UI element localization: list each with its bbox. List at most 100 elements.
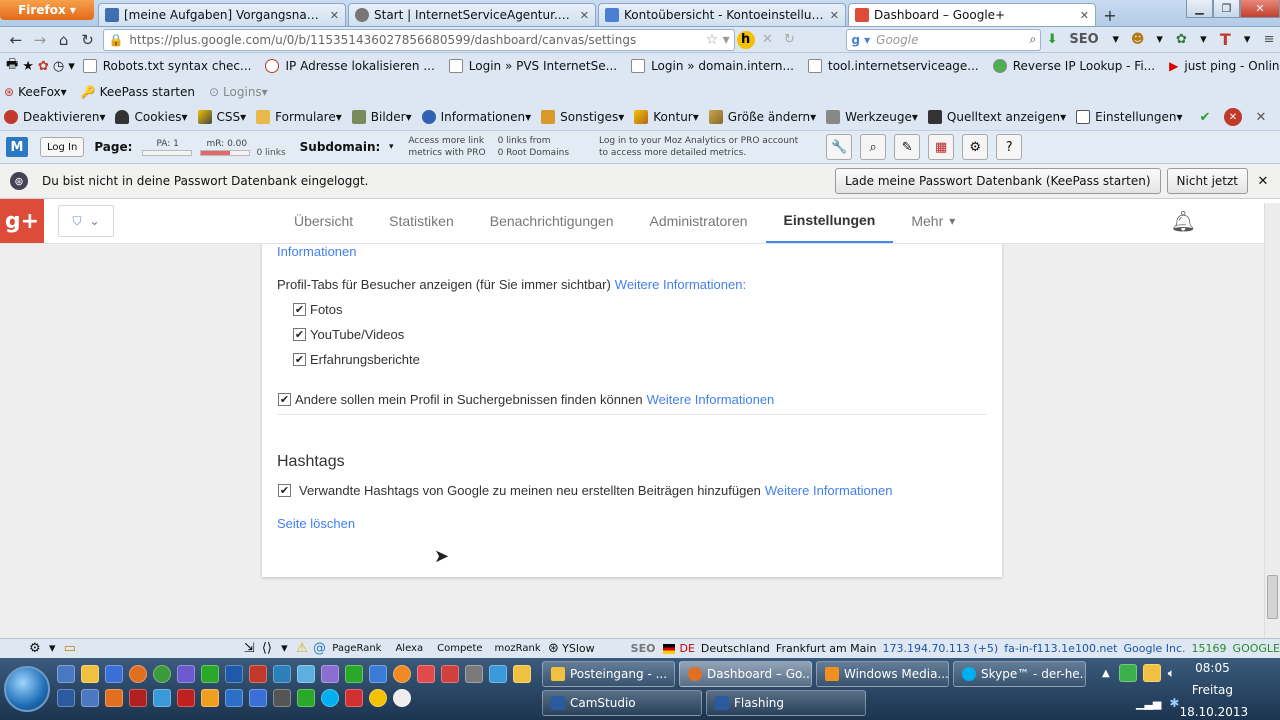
tray-expand-icon[interactable]: ▲ <box>1102 668 1110 679</box>
checkbox[interactable]: ✔ <box>293 328 306 341</box>
t-icon[interactable]: T <box>1216 30 1234 49</box>
taskbar-flashing[interactable]: Flashing <box>706 690 866 716</box>
app-icon[interactable] <box>273 689 291 707</box>
close-icon[interactable]: ✕ <box>1254 172 1272 190</box>
checkbox[interactable]: ✔ <box>293 353 306 366</box>
option-youtube[interactable]: ✔ YouTube/Videos <box>293 327 404 342</box>
app-icon[interactable] <box>297 665 315 683</box>
tab-benachrichtigungen[interactable]: Benachrichtigungen <box>472 199 632 243</box>
dropdown-icon[interactable]: ▾ <box>68 57 75 75</box>
clock[interactable]: 08:05 Freitag 18.10.2013 <box>1179 660 1248 720</box>
tab-mehr[interactable]: Mehr ▾ <box>893 199 973 243</box>
keefox-menu[interactable]: ⊛ KeeFox ▾ <box>4 85 67 99</box>
page-selector[interactable]: ⛉ ⌄ <box>58 205 114 237</box>
bookmark-item[interactable]: Login » domain.intern... <box>631 59 794 73</box>
bookmark-item[interactable]: Robots.txt syntax chec... <box>82 59 251 73</box>
app-icon[interactable] <box>345 689 363 707</box>
taskbar-windows-media[interactable]: Windows Media... <box>816 661 949 687</box>
taskbar-dashboard[interactable]: Dashboard – Go... <box>679 661 812 687</box>
chrome-icon[interactable] <box>153 665 171 683</box>
bookmark-item[interactable]: tool.internetserviceage... <box>807 59 979 73</box>
tray-icon[interactable] <box>1142 664 1161 682</box>
app-icon[interactable] <box>273 665 291 683</box>
webdev-sonstiges[interactable]: Sonstiges ▾ <box>541 110 624 124</box>
bookmark-item[interactable]: Reverse IP Lookup - Fi... <box>992 59 1155 73</box>
app-icon[interactable] <box>369 665 387 683</box>
dropdown-icon[interactable]: ▾ <box>278 640 292 658</box>
reload-small-icon[interactable]: ↻ <box>780 31 798 49</box>
save-icon[interactable] <box>105 665 123 683</box>
bookmark-star-icon[interactable]: ☆ ▾ <box>706 32 730 48</box>
flag-icon[interactable]: ▦ <box>928 134 955 160</box>
option-hashtags[interactable]: ✔ Verwandte Hashtags von Google zu meinen… <box>278 483 892 498</box>
close-icon[interactable]: ✕ <box>830 9 839 22</box>
webdev-formulare[interactable]: Formulare ▾ <box>256 110 342 124</box>
delete-page-link[interactable]: Seite löschen <box>277 516 355 531</box>
explorer-icon[interactable] <box>81 665 99 683</box>
dropdown-icon[interactable]: ▾ <box>1238 31 1256 49</box>
help-icon[interactable]: ? <box>996 134 1023 160</box>
webdev-css[interactable]: CSS ▾ <box>197 110 246 124</box>
app-icon[interactable] <box>417 665 435 683</box>
webdev-informationen[interactable]: Informationen ▾ <box>421 110 531 124</box>
close-icon[interactable]: ✕ <box>580 9 589 22</box>
history-icon[interactable]: ◷ <box>53 57 64 75</box>
dropdown-icon[interactable]: ▾ <box>1151 31 1169 49</box>
moz-login-button[interactable]: Log In <box>40 137 85 157</box>
load-keepass-button[interactable]: Lade meine Passwort Datenbank (KeePass s… <box>834 168 1161 194</box>
app-icon[interactable] <box>225 689 243 707</box>
scrollbar[interactable] <box>1264 203 1280 638</box>
checkbox[interactable]: ✔ <box>293 303 306 316</box>
at-icon[interactable]: @ <box>313 640 327 658</box>
app-icon[interactable] <box>249 665 267 683</box>
tab-aufgaben[interactable]: [meine Aufgaben] Vorgangsnavigato...✕ <box>98 2 346 26</box>
close-window-button[interactable]: ✕ <box>1240 0 1280 18</box>
webdev-groesse[interactable]: Größe ändern ▾ <box>708 110 816 124</box>
gear-icon[interactable]: ⚙ <box>962 134 989 160</box>
app-icon[interactable] <box>201 665 219 683</box>
search-input[interactable]: g ▾ Google ⌕ <box>846 28 1042 51</box>
tab-einstellungen[interactable]: Einstellungen <box>765 199 894 243</box>
bookmark-item[interactable]: Login » PVS InternetSe... <box>448 59 617 73</box>
tray-icon[interactable] <box>1118 664 1137 682</box>
webdev-kontur[interactable]: Kontur ▾ <box>634 110 699 124</box>
logins-menu[interactable]: ⊙ Logins ▾ <box>209 85 268 99</box>
pencil-icon[interactable]: ✎ <box>894 134 921 160</box>
yslow-icon[interactable]: ⊛ <box>547 640 561 658</box>
download-icon[interactable]: ⬇ <box>1043 31 1061 49</box>
check-icon[interactable]: ✔ <box>1196 108 1214 126</box>
taskbar-skype[interactable]: Skype™ - der-he... <box>953 661 1086 687</box>
excel-icon[interactable] <box>345 665 363 683</box>
dropdown-icon[interactable]: ▾ <box>1194 31 1212 49</box>
url-bar[interactable]: 🔒 https://plus.google.com/u/0/b/11535143… <box>103 28 735 51</box>
search-icon[interactable]: ⌕ <box>860 134 887 160</box>
forward-icon[interactable]: → <box>28 29 52 51</box>
option-search-visible[interactable]: ✔ Andere sollen mein Profil in Suchergebn… <box>278 392 774 407</box>
webdev-bilder[interactable]: Bilder ▾ <box>351 110 412 124</box>
warning-icon[interactable]: ⚠ <box>295 640 309 658</box>
tab-dashboard[interactable]: Dashboard – Google+ ✕ <box>848 2 1096 26</box>
h-icon[interactable]: h <box>736 30 755 49</box>
option-erfahrungsberichte[interactable]: ✔ Erfahrungsberichte <box>293 352 420 367</box>
app-icon[interactable] <box>249 689 267 707</box>
stop-icon[interactable]: ✕ <box>759 31 777 49</box>
dropdown-icon[interactable]: ▾ <box>382 138 400 156</box>
network-icon[interactable]: ▁▃▅ <box>1136 697 1161 710</box>
gplus-logo[interactable]: g+ <box>0 199 44 243</box>
taskbar-posteingang[interactable]: Posteingang - ... <box>542 661 675 687</box>
not-now-button[interactable]: Nicht jetzt <box>1166 168 1248 194</box>
menu-icon[interactable]: ≡ <box>1260 31 1278 49</box>
dropdown-icon[interactable]: ▾ <box>1107 31 1125 49</box>
more-info-link[interactable]: Informationen <box>277 244 357 259</box>
tab-administratoren[interactable]: Administratoren <box>632 199 766 243</box>
app-icon[interactable] <box>81 689 99 707</box>
app-icon[interactable] <box>177 665 195 683</box>
webdev-cookies[interactable]: Cookies ▾ <box>115 110 188 124</box>
print-icon[interactable]: 🖶 <box>6 57 18 75</box>
app-icon[interactable] <box>489 665 507 683</box>
tab-konto[interactable]: Kontoübersicht - Kontoeinstellungen ✕ <box>598 2 846 26</box>
app-icon[interactable] <box>201 689 219 707</box>
firefox-icon[interactable] <box>129 665 147 683</box>
tab-statistiken[interactable]: Statistiken <box>371 199 472 243</box>
notification-bell-icon[interactable]: 🔔︎ <box>1171 209 1196 233</box>
